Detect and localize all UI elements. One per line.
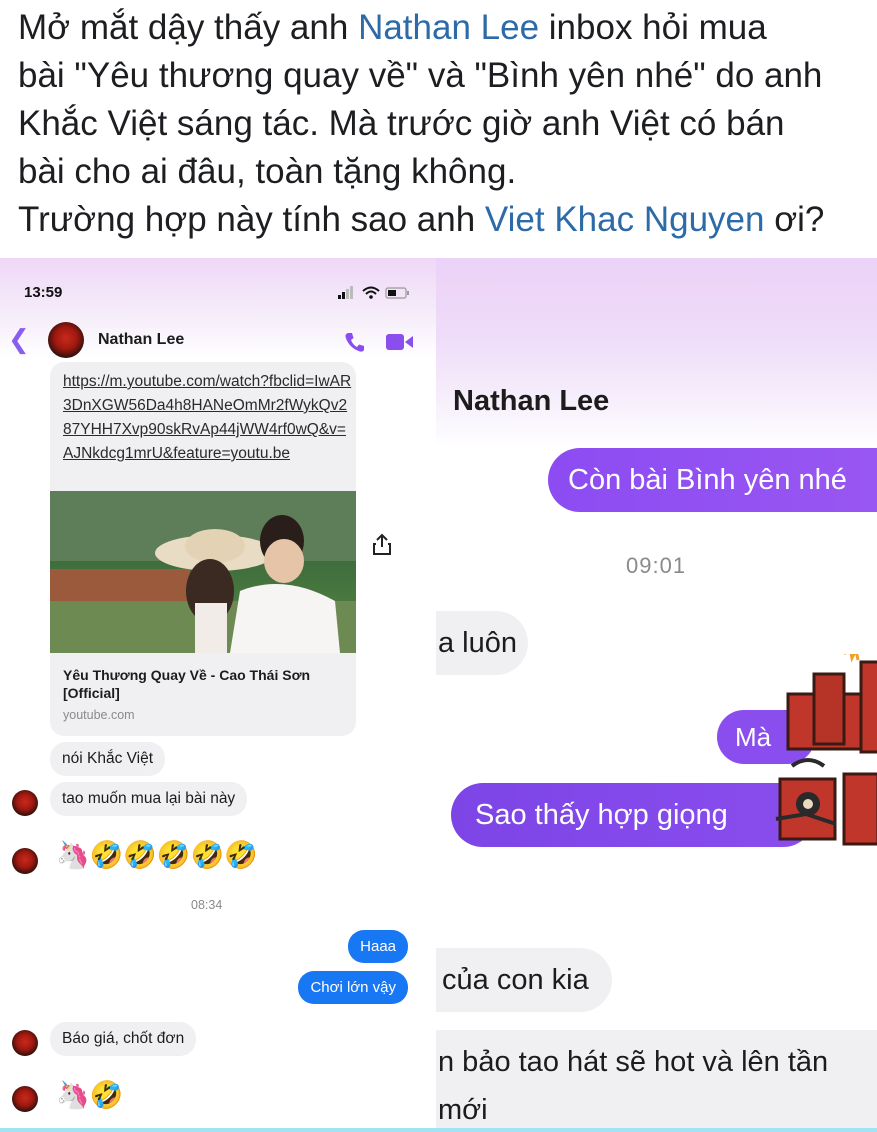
caption-line5-end: ơi? bbox=[764, 200, 825, 239]
sent-message-bubble: Sao thấy hợp giọng bbox=[451, 783, 815, 847]
timestamp: 08:34 bbox=[191, 898, 223, 912]
right-chat-zoom: Nathan Lee Còn bài Bình yên nhé 09:01 a … bbox=[436, 258, 877, 1132]
avatar bbox=[12, 1086, 38, 1112]
sent-message-bubble: Còn bài Bình yên nhé bbox=[548, 448, 877, 512]
message-bubble: Báo giá, chốt đơn bbox=[50, 1022, 197, 1056]
received-message-bubble: của con kia bbox=[436, 948, 612, 1012]
video-icon[interactable] bbox=[385, 332, 415, 352]
status-time: 13:59 bbox=[24, 284, 63, 301]
message-text: mới bbox=[438, 1094, 488, 1126]
caption-line2: bài "Yêu thương quay về" và "Bình yên nh… bbox=[18, 56, 823, 95]
wifi-icon bbox=[362, 286, 380, 299]
battery-icon bbox=[385, 287, 409, 299]
received-message-bubble: n bảo tao hát sẽ hot và lên tần mới bbox=[436, 1030, 877, 1132]
caption-line3: Khắc Việt sáng tác. Mà trước giờ anh Việ… bbox=[18, 104, 785, 143]
caption-line1-end: inbox hỏi mua bbox=[539, 8, 767, 47]
signal-icon bbox=[338, 286, 353, 299]
sent-message-bubble: Haaa bbox=[348, 930, 408, 963]
sent-message-bubble: Chơi lớn vậy bbox=[298, 971, 408, 1004]
back-icon[interactable]: ❮ bbox=[8, 324, 30, 354]
avatar bbox=[12, 790, 38, 816]
caption-line1-start: Mở mắt dậy thấy anh bbox=[18, 8, 359, 47]
divider bbox=[436, 1128, 877, 1132]
status-icons bbox=[338, 286, 409, 299]
timestamp: 09:01 bbox=[626, 553, 687, 578]
message-bubble: nói Khắc Việt bbox=[50, 742, 166, 776]
link-domain: youtube.com bbox=[63, 708, 135, 722]
share-icon[interactable] bbox=[371, 533, 393, 557]
message-bubble: tao muốn mua lại bài này bbox=[50, 782, 248, 816]
avatar[interactable] bbox=[48, 322, 84, 358]
link-url[interactable]: https://m.youtube.com/watch?fbclid=IwAR3… bbox=[63, 370, 353, 466]
video-thumbnail[interactable] bbox=[50, 491, 356, 653]
mention-viet-khac-nguyen[interactable]: Viet Khac Nguyen bbox=[485, 200, 765, 239]
post-caption: Mở mắt dậy thấy anh Nathan Lee inbox hỏi… bbox=[18, 4, 868, 244]
phone-icon[interactable] bbox=[343, 330, 367, 354]
link-title[interactable]: Yêu Thương Quay Về - Cao Thái Sơn [Offic… bbox=[63, 666, 348, 702]
left-chat-screenshot: 13:59 ❮ Nathan Lee https://m.youtube.com… bbox=[0, 258, 436, 1132]
avatar bbox=[12, 848, 38, 874]
contact-name: Nathan Lee bbox=[453, 385, 610, 417]
received-message-bubble: a luôn bbox=[436, 611, 528, 675]
chat-header-bg bbox=[436, 258, 877, 448]
avatar bbox=[12, 1030, 38, 1056]
contact-name[interactable]: Nathan Lee bbox=[98, 331, 184, 349]
caption-line5-start: Trường hợp này tính sao anh bbox=[18, 200, 485, 239]
divider bbox=[0, 1128, 436, 1132]
message-text: n bảo tao hát sẽ hot và lên tần bbox=[438, 1046, 829, 1078]
mention-nathan-lee[interactable]: Nathan Lee bbox=[358, 8, 539, 47]
link-preview-bubble[interactable]: https://m.youtube.com/watch?fbclid=IwAR3… bbox=[50, 362, 356, 736]
caption-line4: bài cho ai đâu, toàn tặng không. bbox=[18, 152, 517, 191]
emoji-message: 🦄🤣 bbox=[56, 1080, 124, 1110]
sticker bbox=[775, 654, 877, 846]
emoji-message: 🦄🤣🤣🤣🤣🤣 bbox=[56, 840, 258, 870]
